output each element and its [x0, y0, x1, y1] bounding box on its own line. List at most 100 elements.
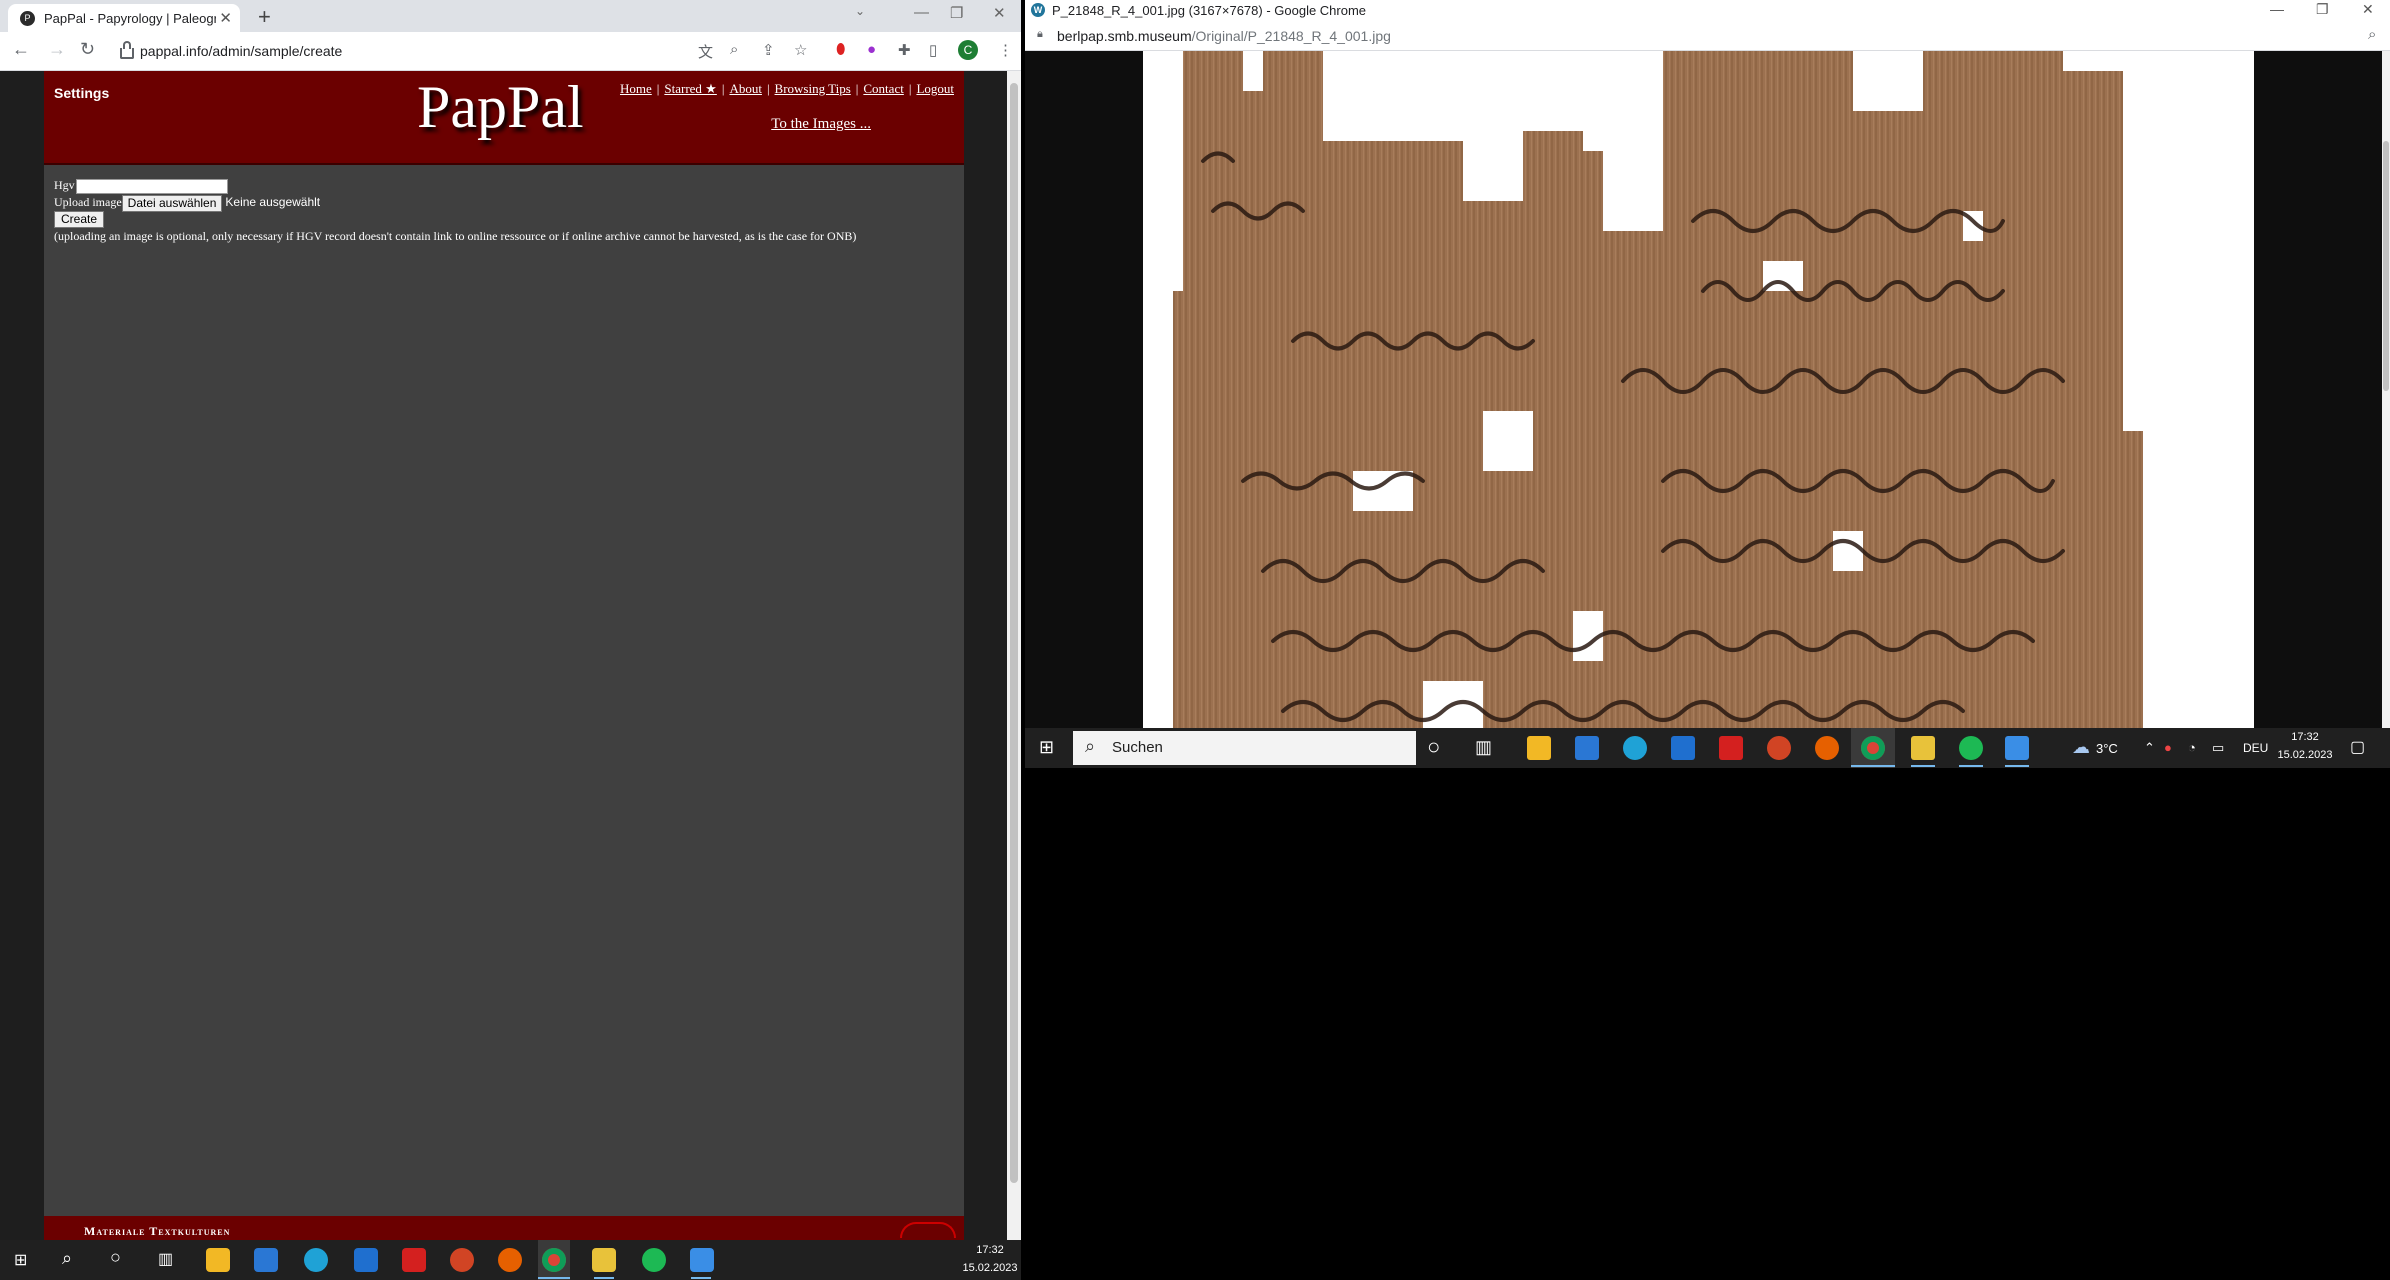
powerpoint-icon[interactable] [450, 1248, 474, 1272]
image-scrollbar[interactable] [2382, 51, 2390, 728]
mail-icon[interactable] [354, 1248, 378, 1272]
share-icon[interactable]: ⇪ [762, 41, 775, 59]
weather-cloud-icon[interactable]: ☁ [2072, 737, 2090, 758]
windows-start-icon[interactable]: ⊞ [1039, 737, 1054, 758]
close-window-icon[interactable]: ✕ [2362, 1, 2374, 18]
left-clock-time[interactable]: 17:32 [960, 1244, 1020, 1256]
minimize-icon[interactable]: — [2270, 1, 2284, 17]
photos-icon[interactable] [2005, 736, 2029, 760]
wifi-icon[interactable]: ◔ [2188, 740, 2196, 755]
back-icon[interactable]: ← [12, 39, 30, 60]
create-button[interactable]: Create [54, 211, 105, 228]
open-app-indicator [1959, 765, 1983, 767]
address-bar[interactable]: pappal.info/admin/sample/create [106, 36, 706, 66]
footer-text[interactable]: Materiale Textkulturen [84, 1224, 230, 1239]
site-logo[interactable]: PapPal [417, 73, 584, 142]
edge-icon[interactable] [304, 1248, 328, 1272]
tray-app-icon[interactable]: ● [2164, 740, 2172, 755]
scrollbar-thumb[interactable] [2383, 141, 2389, 391]
powerpoint-icon[interactable] [1767, 736, 1791, 760]
notification-icon[interactable]: ▢ [2350, 737, 2365, 757]
mail-icon[interactable] [1671, 736, 1695, 760]
left-clock-date[interactable]: 15.02.2023 [960, 1262, 1020, 1274]
restore-icon[interactable]: ❐ [950, 4, 963, 22]
papyrus-image[interactable] [1143, 51, 2254, 728]
profile-avatar[interactable]: C [958, 40, 978, 60]
to-images-link[interactable]: To the Images ... [771, 116, 871, 133]
nav-browsing-tips[interactable]: Browsing Tips [775, 81, 851, 96]
bookmark-star-icon[interactable]: ☆ [794, 41, 807, 59]
close-tab-icon[interactable]: ✕ [219, 9, 232, 27]
language-indicator[interactable]: DEU [2243, 741, 2268, 755]
url-path: /Original/P_21848_R_4_001.jpg [1191, 28, 1391, 44]
battery-icon[interactable]: ▭ [2212, 740, 2224, 756]
right-clock-time[interactable]: 17:32 [2270, 731, 2340, 743]
wordpress-favicon-icon: W [1031, 3, 1045, 17]
photos-icon[interactable] [690, 1248, 714, 1272]
open-app-indicator [691, 1277, 711, 1279]
store-icon[interactable] [1575, 736, 1599, 760]
nav-starred[interactable]: Starred ★ [664, 81, 716, 96]
task-view-icon[interactable]: ▥ [158, 1249, 173, 1269]
nav-logout[interactable]: Logout [916, 81, 954, 96]
new-tab-button[interactable]: + [258, 4, 271, 30]
chrome-icon[interactable] [1861, 736, 1885, 760]
settings-link[interactable]: Settings [54, 85, 109, 101]
cortana-icon[interactable]: ○ [110, 1247, 121, 1268]
windows-start-icon[interactable]: ⊞ [14, 1250, 27, 1270]
chrome-icon[interactable] [542, 1248, 566, 1272]
hgv-input[interactable] [75, 178, 228, 194]
extension-shield-icon[interactable]: ⬮ [836, 41, 845, 58]
acrobat-icon[interactable] [1719, 736, 1743, 760]
hgv-label: Hgv [54, 178, 75, 192]
tray-chevron-icon[interactable]: ⌃ [2144, 740, 2155, 756]
taskbar-search-box[interactable]: ⌕ Suchen [1073, 731, 1416, 765]
page-scrollbar[interactable] [1007, 71, 1021, 1240]
spotify-icon[interactable] [1959, 736, 1983, 760]
footer-logo-icon[interactable] [900, 1222, 956, 1238]
tab-pappal[interactable]: P PapPal - Papyrology | Paleograph ✕ [8, 4, 240, 32]
extension-ublock-icon[interactable]: ● [867, 41, 876, 58]
nav-contact[interactable]: Contact [863, 81, 903, 96]
address-bar[interactable]: 🔒︎ berlpap.smb.museum/Original/P_21848_R… [1025, 22, 2390, 51]
nav-about[interactable]: About [729, 81, 762, 96]
nav-separator: | [656, 81, 660, 96]
weather-temp[interactable]: 3°C [2096, 741, 2118, 756]
close-window-icon[interactable]: ✕ [993, 4, 1006, 22]
left-browser-window: P PapPal - Papyrology | Paleograph ✕ + —… [0, 0, 1021, 1240]
file-explorer-icon[interactable] [1527, 736, 1551, 760]
firefox-icon[interactable] [1815, 736, 1839, 760]
task-view-icon[interactable]: ▥ [1475, 737, 1492, 758]
translate-icon[interactable]: 文 [698, 41, 713, 62]
reload-icon[interactable]: ↻ [80, 39, 95, 60]
menu-kebab-icon[interactable]: ⋮ [998, 41, 1013, 59]
sticky-file-icon[interactable] [1911, 736, 1935, 760]
right-clock-date[interactable]: 15.02.2023 [2270, 749, 2340, 761]
create-sample-form: Hgv Upload image Datei auswählen Keine aus… [54, 177, 856, 245]
search-icon: ⌕ [1085, 736, 1096, 756]
forward-icon[interactable]: → [48, 39, 66, 60]
nav-home[interactable]: Home [620, 81, 652, 96]
acrobat-icon[interactable] [402, 1248, 426, 1272]
firefox-icon[interactable] [498, 1248, 522, 1272]
search-placeholder: Suchen [1112, 739, 1163, 756]
sticky-file-icon[interactable] [592, 1248, 616, 1272]
tab-search-icon[interactable]: ⌄ [855, 4, 865, 18]
image-viewport [1025, 51, 2382, 728]
side-panel-icon[interactable]: ▯ [929, 41, 937, 59]
spotify-icon[interactable] [642, 1248, 666, 1272]
zoom-icon[interactable]: ⌕ [2368, 26, 2376, 43]
edge-icon[interactable] [1623, 736, 1647, 760]
scrollbar-thumb[interactable] [1010, 83, 1018, 1183]
minimize-icon[interactable]: — [914, 4, 929, 21]
extensions-puzzle-icon[interactable]: ✚ [898, 41, 911, 59]
store-icon[interactable] [254, 1248, 278, 1272]
zoom-icon[interactable]: ⌕ [730, 41, 738, 58]
tab-strip: P PapPal - Papyrology | Paleograph ✕ + —… [0, 0, 1021, 32]
restore-icon[interactable]: ❐ [2316, 1, 2329, 18]
cortana-icon[interactable]: ○ [1427, 734, 1440, 760]
pappal-site: Settings PapPal Home | Starred ★ | About | Bro… [44, 71, 964, 1240]
file-explorer-icon[interactable] [206, 1248, 230, 1272]
search-icon[interactable]: ⌕ [62, 1248, 72, 1269]
choose-file-button[interactable]: Datei auswählen [121, 194, 223, 212]
